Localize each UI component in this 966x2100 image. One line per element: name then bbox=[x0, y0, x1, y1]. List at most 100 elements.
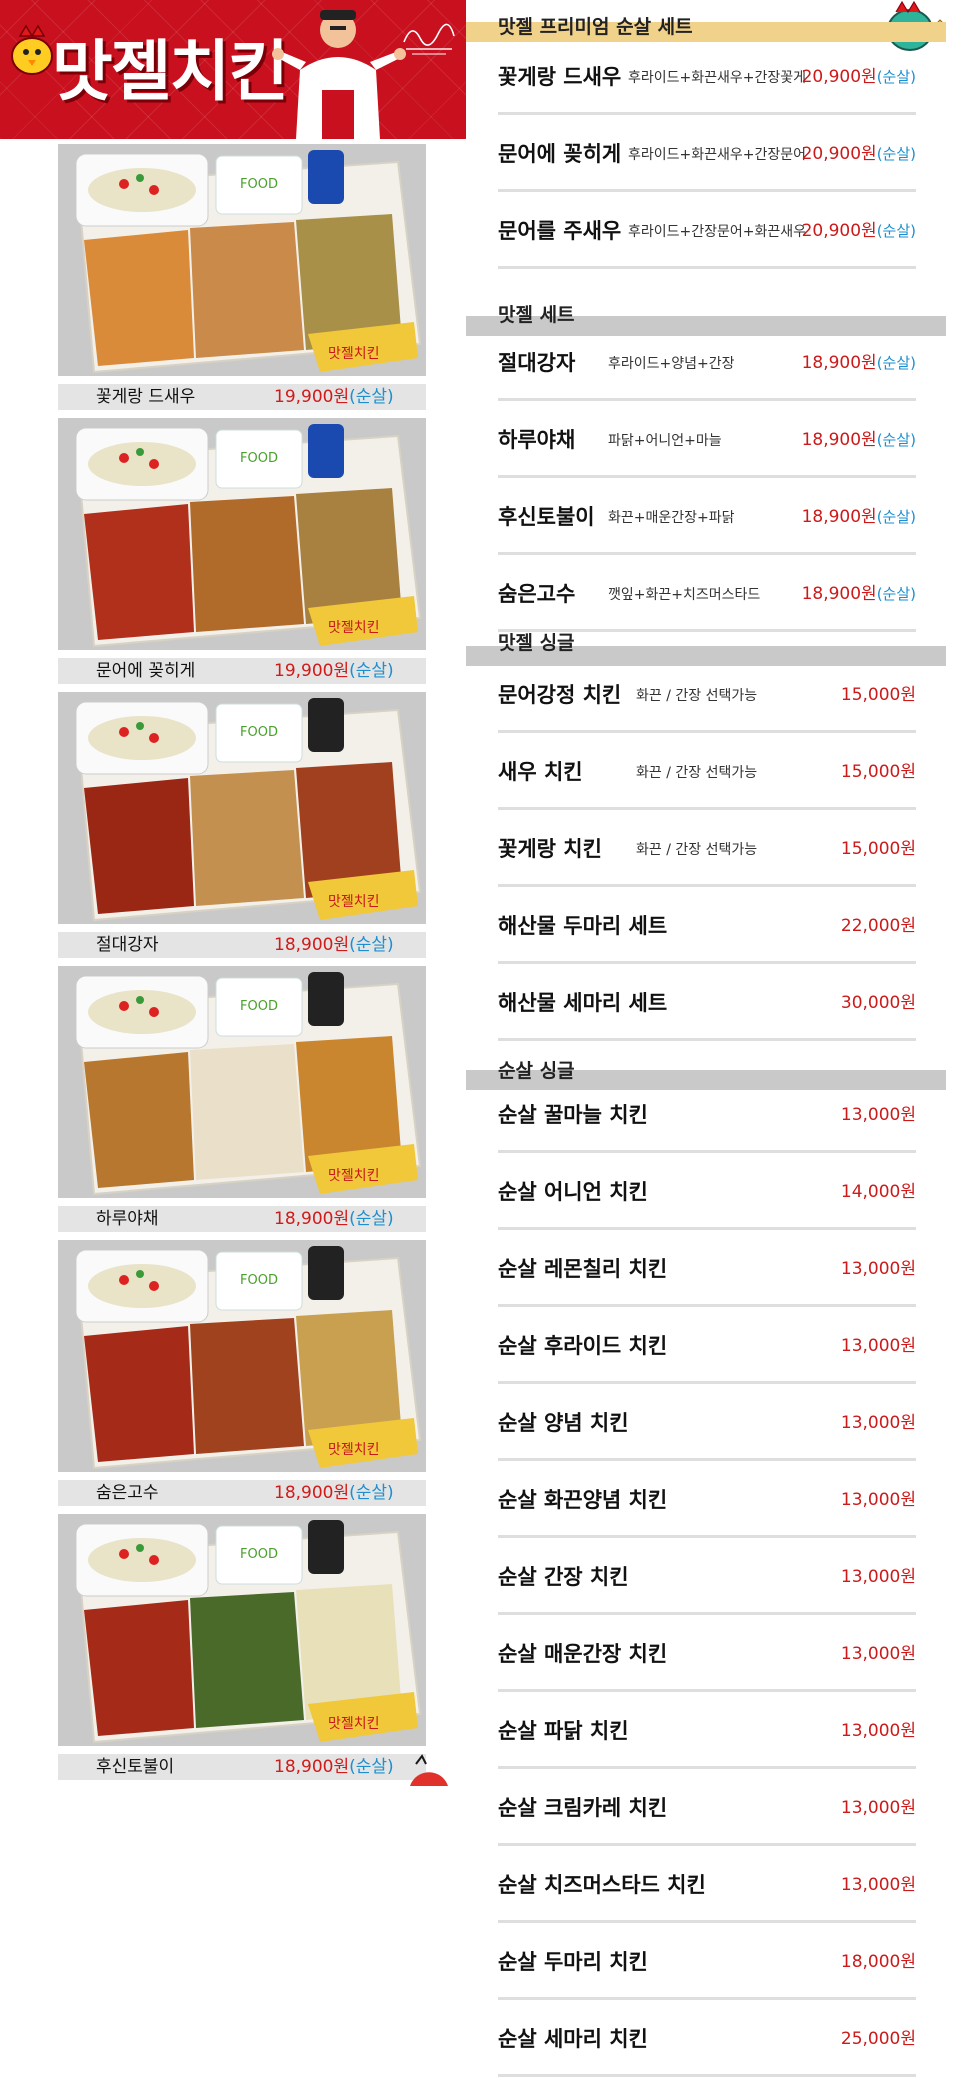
item-name: 순살 화끈양념 치킨 bbox=[498, 1488, 668, 1512]
item-name: 순살 꿀마늘 치킨 bbox=[498, 1103, 648, 1127]
section-title: 순살 싱글 bbox=[498, 1060, 575, 1082]
divider bbox=[498, 1535, 916, 1538]
item-name: 꽃게랑 드새우 bbox=[498, 65, 622, 89]
divider bbox=[498, 1766, 916, 1769]
item-description: 후라이드+간장문어+화끈새우 bbox=[628, 224, 807, 240]
boneless-tag: (순살) bbox=[876, 222, 916, 240]
menu-item: 후신토불이 화끈+매운간장+파닭 18,900원(순살) bbox=[498, 504, 916, 578]
menu-item: 순살 레몬칠리 치킨 13,000원 bbox=[498, 1256, 916, 1330]
divider bbox=[498, 1038, 916, 1041]
item-price: 13,000원 bbox=[841, 1105, 916, 1125]
divider bbox=[498, 1920, 916, 1923]
set-name: 절대강자 bbox=[96, 935, 159, 955]
boneless-tag: (순살) bbox=[349, 1757, 394, 1777]
item-description: 화끈 / 간장 선택가능 bbox=[636, 765, 758, 781]
item-description: 후라이드+양념+간장 bbox=[608, 356, 735, 372]
photo-caption: 절대강자 18,900원(순살) bbox=[58, 932, 426, 958]
boneless-tag: (순살) bbox=[876, 354, 916, 372]
boneless-tag: (순살) bbox=[349, 1209, 394, 1229]
item-price: 13,000원 bbox=[841, 1413, 916, 1433]
boneless-tag: (순살) bbox=[876, 431, 916, 449]
boneless-tag: (순살) bbox=[349, 935, 394, 955]
set-name: 하루야채 bbox=[96, 1209, 159, 1229]
item-name: 문어강정 치킨 bbox=[498, 683, 622, 707]
photo-card: FOOD 맛젤치킨후신토불이 18,900원(순살) bbox=[58, 1514, 426, 1780]
item-price: 15,000원 bbox=[841, 762, 916, 782]
menu-item: 순살 양념 치킨 13,000원 bbox=[498, 1410, 916, 1484]
price-value: 19,900원 bbox=[274, 387, 350, 407]
menu-item: 꽃게랑 치킨 화끈 / 간장 선택가능 15,000원 bbox=[498, 836, 916, 910]
boneless-tag: (순살) bbox=[349, 387, 394, 407]
boneless-tag: (순살) bbox=[876, 68, 916, 86]
chicken-mascot-icon bbox=[11, 24, 53, 75]
item-name: 새우 치킨 bbox=[498, 760, 583, 784]
item-price: 18,900원(순살) bbox=[802, 507, 916, 527]
item-price: 13,000원 bbox=[841, 1490, 916, 1510]
price-value: 13,000원 bbox=[840, 1490, 916, 1510]
svg-text:맛젤치킨: 맛젤치킨 bbox=[328, 1442, 380, 1458]
menu-item: 순살 꿀마늘 치킨 13,000원 bbox=[498, 1102, 916, 1176]
svg-text:FOOD: FOOD bbox=[240, 1547, 278, 1562]
item-price: 18,000원 bbox=[841, 1952, 916, 1972]
menu-item: 순살 간장 치킨 13,000원 bbox=[498, 1564, 916, 1638]
svg-text:맛젤치킨: 맛젤치킨 bbox=[328, 894, 380, 910]
price-value: 13,000원 bbox=[840, 1721, 916, 1741]
item-description: 후라이드+화끈새우+간장꽃게 bbox=[628, 70, 807, 86]
item-price: 13,000원 bbox=[841, 1875, 916, 1895]
menu-item: 순살 후라이드 치킨 13,000원 bbox=[498, 1333, 916, 1407]
set-price: 19,900원(순살) bbox=[274, 384, 394, 410]
item-name: 순살 두마리 치킨 bbox=[498, 1950, 648, 1974]
item-name: 순살 어니언 치킨 bbox=[498, 1180, 648, 1204]
section-title: 맛젤 프리미엄 순살 세트 bbox=[498, 16, 693, 38]
item-price: 30,000원 bbox=[841, 993, 916, 1013]
menu-item: 문어강정 치킨 화끈 / 간장 선택가능 15,000원 bbox=[498, 682, 916, 756]
price-value: 13,000원 bbox=[840, 1259, 916, 1279]
divider bbox=[498, 2074, 916, 2077]
svg-text:맛젤치킨: 맛젤치킨 bbox=[328, 620, 380, 636]
divider bbox=[498, 552, 916, 555]
photo-card: FOOD 맛젤치킨 하루야채 18,900원(순살) bbox=[58, 966, 426, 1232]
item-description: 화끈+매운간장+파닭 bbox=[608, 510, 735, 526]
price-value: 13,000원 bbox=[840, 1875, 916, 1895]
item-name: 순살 파닭 치킨 bbox=[498, 1719, 629, 1743]
set-price: 18,900원(순살) bbox=[274, 1206, 394, 1232]
svg-text:FOOD: FOOD bbox=[240, 177, 278, 192]
item-price: 13,000원 bbox=[841, 1798, 916, 1818]
price-value: 18,900원 bbox=[801, 584, 877, 604]
photo-caption: 후신토불이 18,900원(순살) bbox=[58, 1754, 426, 1780]
price-value: 18,000원 bbox=[840, 1952, 916, 1972]
menu-item: 순살 치즈머스타드 치킨 13,000원 bbox=[498, 1872, 916, 1946]
chicken-set-photo: FOOD 맛젤치킨 bbox=[58, 144, 426, 376]
price-value: 18,900원 bbox=[274, 1209, 350, 1229]
item-name: 순살 매운간장 치킨 bbox=[498, 1642, 668, 1666]
divider bbox=[498, 1843, 916, 1846]
item-name: 순살 크림카레 치킨 bbox=[498, 1796, 668, 1820]
divider bbox=[498, 961, 916, 964]
svg-text:맛젤치킨: 맛젤치킨 bbox=[328, 1716, 380, 1732]
boneless-tag: (순살) bbox=[349, 1483, 394, 1503]
price-value: 13,000원 bbox=[840, 1798, 916, 1818]
price-value: 13,000원 bbox=[840, 1567, 916, 1587]
divider bbox=[498, 266, 916, 269]
divider bbox=[498, 189, 916, 192]
item-description: 깻잎+화끈+치즈머스타드 bbox=[608, 587, 761, 603]
menu-item: 순살 매운간장 치킨 13,000원 bbox=[498, 1641, 916, 1715]
svg-text:맛젤치킨: 맛젤치킨 bbox=[328, 346, 380, 362]
price-value: 18,900원 bbox=[274, 935, 350, 955]
price-value: 20,900원 bbox=[801, 67, 877, 87]
chicken-set-photo: FOOD 맛젤치킨 bbox=[58, 418, 426, 650]
set-price: 18,900원(순살) bbox=[274, 1480, 394, 1506]
photo-card: FOOD 맛젤치킨 꽃게랑 드새우 19,900원(순살) bbox=[58, 144, 426, 410]
price-value: 13,000원 bbox=[840, 1105, 916, 1125]
set-name: 문어에 꽂히게 bbox=[96, 661, 196, 681]
price-value: 15,000원 bbox=[840, 762, 916, 782]
item-name: 문어에 꽂히게 bbox=[498, 142, 622, 166]
set-price: 18,900원(순살) bbox=[274, 1754, 394, 1780]
divider bbox=[498, 807, 916, 810]
item-name: 순살 레몬칠리 치킨 bbox=[498, 1257, 668, 1281]
item-price: 13,000원 bbox=[841, 1721, 916, 1741]
item-name: 순살 양념 치킨 bbox=[498, 1411, 629, 1435]
boneless-tag: (순살) bbox=[349, 661, 394, 681]
price-value: 13,000원 bbox=[840, 1336, 916, 1356]
price-value: 25,000원 bbox=[840, 2029, 916, 2049]
